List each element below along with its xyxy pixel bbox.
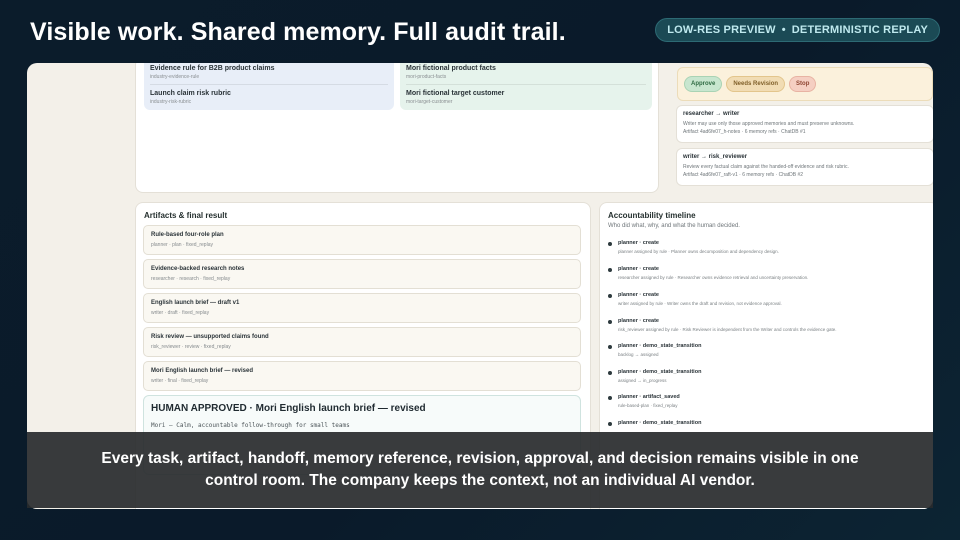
artifact-title: English launch brief — draft v1 xyxy=(151,300,240,306)
timeline-event[interactable]: planner · demo_state_transition backlog … xyxy=(608,343,928,357)
artifact-item[interactable]: Evidence-backed research notes researche… xyxy=(143,259,581,289)
artifact-title: Mori English launch brief — revised xyxy=(151,368,254,374)
artifact-item[interactable]: Rule-based four-role plan planner · plan… xyxy=(143,225,581,255)
artifact-meta: writer · final · fixed_replay xyxy=(151,378,209,384)
timeline-event-desc: researcher assigned by rule · Researcher… xyxy=(618,275,809,280)
timeline-event[interactable]: planner · create risk_reviewer assigned … xyxy=(608,318,928,332)
page-headline: Visible work. Shared memory. Full audit … xyxy=(30,18,566,46)
memory-item-ref: mori-product-facts xyxy=(406,74,447,80)
timeline-dot-icon xyxy=(608,371,612,375)
badge-right-label: DETERMINISTIC REPLAY xyxy=(791,24,928,36)
timeline-event-desc: backlog → assigned xyxy=(618,352,659,357)
stop-button[interactable]: Stop xyxy=(789,76,817,92)
artifact-title: Rule-based four-role plan xyxy=(151,232,224,238)
memory-item-title: Mori fictional product facts xyxy=(406,65,496,72)
handoff-description: Review every factual claim against the h… xyxy=(683,164,849,170)
timeline-event-title: planner · create xyxy=(618,318,659,324)
artifact-item[interactable]: Risk review — unsupported claims found r… xyxy=(143,327,581,357)
timeline-event-desc: writer assigned by rule · Writer owns th… xyxy=(618,301,782,306)
timeline-event-title: planner · demo_state_transition xyxy=(618,369,702,375)
artifacts-title: Artifacts & final result xyxy=(144,211,228,220)
handoff-meta: Artifact 4ad6fe07_h-notes · 6 memory ref… xyxy=(683,129,806,135)
timeline-dot-icon xyxy=(608,345,612,349)
timeline-event[interactable]: planner · create writer assigned by rule… xyxy=(608,292,928,306)
timeline-event-title: planner · create xyxy=(618,292,659,298)
timeline-event-title: planner · demo_state_transition xyxy=(618,343,702,349)
timeline-event-desc: risk_reviewer assigned by rule · Risk Re… xyxy=(618,327,837,332)
timeline-event-title: planner · create xyxy=(618,266,659,272)
approve-button[interactable]: Approve xyxy=(684,76,723,92)
timeline-dot-icon xyxy=(608,294,612,298)
memory-item-title: Mori fictional target customer xyxy=(406,90,505,97)
memory-item-ref: mori-target-customer xyxy=(406,99,453,105)
badge-left-label: LOW-RES PREVIEW xyxy=(667,24,776,36)
timeline-event-desc: assigned → in_progress xyxy=(618,378,667,383)
artifact-meta: researcher · research · fixed_replay xyxy=(151,276,231,282)
timeline-event[interactable]: planner · artifact_saved rule-based-plan… xyxy=(608,394,928,408)
artifact-title: Risk review — unsupported claims found xyxy=(151,334,269,340)
memory-item-ref: industry-risk-rubric xyxy=(150,99,192,105)
memory-item[interactable]: Mori fictional product facts mori-produc… xyxy=(406,63,646,85)
artifact-meta: planner · plan · fixed_replay xyxy=(151,242,213,248)
timeline-dot-icon xyxy=(608,268,612,272)
artifact-item[interactable]: Mori English launch brief — revised writ… xyxy=(143,361,581,391)
timeline-event[interactable]: planner · create planner assigned by rul… xyxy=(608,240,928,254)
memory-item[interactable]: Launch claim risk rubric industry-risk-r… xyxy=(150,85,388,109)
approved-result-title: HUMAN APPROVED · Mori English launch bri… xyxy=(151,403,426,414)
caption-subtitle: Every task, artifact, handoff, memory re… xyxy=(27,432,933,508)
timeline-event-desc: planner assigned by rule · Planner owns … xyxy=(618,249,779,254)
timeline-event[interactable]: planner · demo_state_transition xyxy=(608,420,928,429)
memory-item[interactable]: Evidence rule for B2B product claims ind… xyxy=(150,63,388,85)
artifact-title: Evidence-backed research notes xyxy=(151,266,245,272)
timeline-event[interactable]: planner · create researcher assigned by … xyxy=(608,266,928,280)
timeline-dot-icon xyxy=(608,242,612,246)
memory-column-company: Mori fictional product facts mori-produc… xyxy=(400,63,652,110)
memory-column-industry: Evidence rule for B2B product claims ind… xyxy=(144,63,394,110)
timeline-event-title: planner · create xyxy=(618,240,659,246)
timeline-subtitle: Who did what, why, and what the human de… xyxy=(608,223,740,229)
handoff-description: Writer may use only those approved memor… xyxy=(683,121,855,127)
memory-panel: Evidence rule for B2B product claims ind… xyxy=(135,63,659,193)
approved-result-body: Mori — Calm, accountable follow-through … xyxy=(151,422,350,429)
handoff-title: researcher → writer xyxy=(683,111,740,117)
memory-item-title: Launch claim risk rubric xyxy=(150,90,231,97)
timeline-dot-icon xyxy=(608,320,612,324)
handoff-card[interactable]: writer → risk_reviewer Review every fact… xyxy=(676,148,933,186)
memory-item-title: Evidence rule for B2B product claims xyxy=(150,65,275,72)
artifact-item[interactable]: English launch brief — draft v1 writer ·… xyxy=(143,293,581,323)
badge-separator: • xyxy=(781,24,786,36)
timeline-event-title: planner · artifact_saved xyxy=(618,394,680,400)
handoff-meta: Artifact 4ad6fe07_raft-v1 · 6 memory ref… xyxy=(683,172,804,178)
needs-revision-button[interactable]: Needs Revision xyxy=(726,76,786,92)
handoff-title: writer → risk_reviewer xyxy=(683,154,748,160)
timeline-dot-icon xyxy=(608,396,612,400)
handoff-card[interactable]: researcher → writer Writer may use only … xyxy=(676,105,933,143)
timeline-event[interactable]: planner · demo_state_transition assigned… xyxy=(608,369,928,383)
timeline-event-title: planner · demo_state_transition xyxy=(618,420,702,426)
artifact-meta: writer · draft · fixed_replay xyxy=(151,310,210,316)
timeline-title: Accountability timeline xyxy=(608,211,696,220)
preview-badge: LOW-RES PREVIEW • DETERMINISTIC REPLAY xyxy=(655,18,940,42)
timeline-event-desc: rule-based-plan · fixed_replay xyxy=(618,403,678,408)
approval-actions: Approve Needs Revision Stop xyxy=(677,67,933,101)
memory-item[interactable]: Mori fictional target customer mori-targ… xyxy=(406,85,646,109)
timeline-dot-icon xyxy=(608,422,612,426)
memory-item-ref: industry-evidence-rule xyxy=(150,74,200,80)
artifact-meta: risk_reviewer · review · fixed_replay xyxy=(151,344,231,350)
